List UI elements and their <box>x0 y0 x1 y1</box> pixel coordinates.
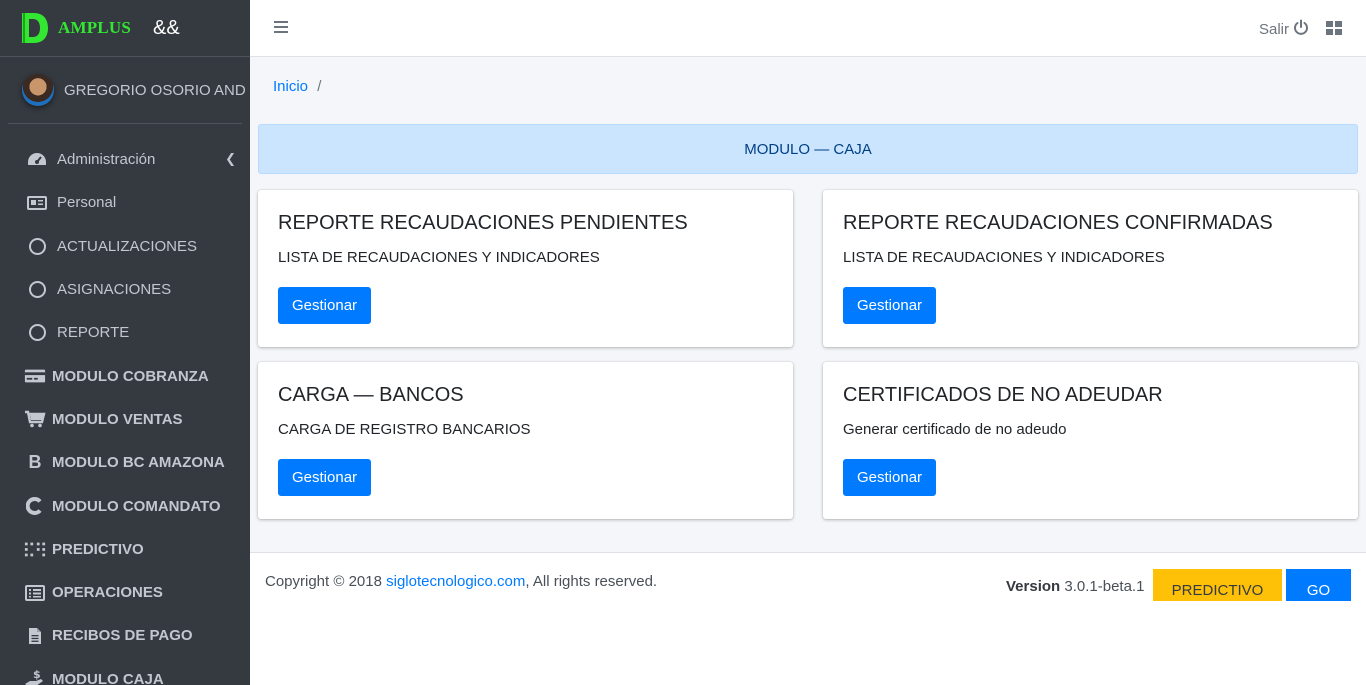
svg-text:$: $ <box>33 669 41 681</box>
card-title: CARGA — BANCOS <box>278 384 464 406</box>
power-icon <box>1293 19 1309 39</box>
predictivo-button[interactable]: PREDICTIVO <box>1153 569 1282 601</box>
brand-name: AMPLUS <box>58 18 131 37</box>
breadcrumb-separator: / <box>317 78 322 95</box>
credit-card-icon <box>24 366 46 386</box>
sidebar-item-recibos-de-pago[interactable]: RECIBOS DE PAGO <box>0 614 250 657</box>
sidebar-item-label: Personal <box>57 194 117 212</box>
sidebar-item-label: ASIGNACIONES <box>57 281 172 299</box>
circle-icon <box>26 323 48 343</box>
sidebar-item-personal[interactable]: Personal <box>0 181 250 224</box>
user-name: GREGORIO OSORIO AND <box>64 81 246 99</box>
sidebar-item-modulo-bc-amazona[interactable]: B MODULO BC AMAZONA <box>0 441 250 484</box>
sidebar-item-label: MODULO VENTAS <box>52 410 183 428</box>
sidebar-item-label: ACTUALIZACIONES <box>57 237 198 255</box>
gestionar-button[interactable]: Gestionar <box>278 459 372 496</box>
user-panel[interactable]: GREGORIO OSORIO AND <box>8 57 246 124</box>
menu-toggle-icon[interactable] <box>274 21 288 35</box>
sidebar-item-label: MODULO COMANDATO <box>52 497 221 515</box>
footer-site-link[interactable]: siglotecnologico.com <box>386 573 525 590</box>
sidebar-item-actualizaciones[interactable]: ACTUALIZACIONES <box>0 225 250 268</box>
version-info: Version 3.0.1-beta.1 <box>1006 578 1144 595</box>
card-title: REPORTE RECAUDACIONES CONFIRMADAS <box>843 212 1273 234</box>
hand-dollar-icon: $ <box>24 669 46 685</box>
sidebar-item-operaciones[interactable]: OPERACIONES <box>0 571 250 614</box>
breadcrumb: Inicio / <box>273 78 321 95</box>
sidebar-item-label: MODULO CAJA <box>52 670 164 685</box>
sidebar-item-label: REPORTE <box>57 324 130 342</box>
sidebar-item-predictivo[interactable]: PREDICTIVO <box>0 528 250 571</box>
version-label: Version <box>1006 578 1061 595</box>
chevron-left-icon: ❮ <box>225 151 236 166</box>
circle-icon <box>26 280 48 300</box>
gestionar-button[interactable]: Gestionar <box>278 287 372 324</box>
sidebar-item-label: RECIBOS DE PAGO <box>52 627 193 645</box>
logout-label: Salir <box>1259 20 1290 38</box>
tachometer-icon <box>26 150 48 170</box>
footer: Copyright © 2018 siglotecnologico.com, A… <box>250 552 1366 601</box>
cart-icon <box>24 409 46 429</box>
card-text: LISTA DE RECAUDACIONES Y INDICADORES <box>843 249 1165 266</box>
sidebar-item-label: Administración <box>57 151 156 169</box>
apps-grid-icon[interactable] <box>1326 21 1342 35</box>
sidebar-nav: Administración ❮ Personal ACTUALIZACIONE… <box>0 138 250 685</box>
sidebar-item-modulo-caja[interactable]: $ MODULO CAJA <box>0 658 250 685</box>
brand-logo-icon <box>22 13 48 43</box>
logout-link[interactable]: Salir <box>1259 19 1309 39</box>
card-certificados: CERTIFICADOS DE NO ADEUDAR Generar certi… <box>823 362 1358 519</box>
card-text: CARGA DE REGISTRO BANCARIOS <box>278 421 531 438</box>
top-navbar: Salir <box>250 0 1366 57</box>
module-banner: MODULO — CAJA <box>258 124 1358 174</box>
sidebar-item-modulo-comandato[interactable]: MODULO COMANDATO <box>0 484 250 527</box>
sidebar-item-asignaciones[interactable]: ASIGNACIONES <box>0 268 250 311</box>
c-icon <box>24 496 46 516</box>
card-title: REPORTE RECAUDACIONES PENDIENTES <box>278 212 688 234</box>
sidebar-item-reporte[interactable]: REPORTE <box>0 311 250 354</box>
gestionar-button[interactable]: Gestionar <box>843 459 937 496</box>
sidebar-item-label: MODULO COBRANZA <box>52 367 209 385</box>
version-value: 3.0.1-beta.1 <box>1064 578 1145 595</box>
dots-grid-icon <box>24 539 46 559</box>
id-card-icon <box>26 193 48 213</box>
sidebar: AMPLUS && GREGORIO OSORIO AND Administra… <box>0 0 250 685</box>
card-text: LISTA DE RECAUDACIONES Y INDICADORES <box>278 249 600 266</box>
sidebar-item-label: MODULO BC AMAZONA <box>52 454 225 472</box>
copyright-prefix: Copyright © 2018 <box>265 573 382 590</box>
gestionar-button[interactable]: Gestionar <box>843 287 937 324</box>
copyright-suffix: , All rights reserved. <box>525 573 658 590</box>
copyright-text: Copyright © 2018 siglotecnologico.com, A… <box>265 573 657 590</box>
content-wrapper: Inicio / MODULO — CAJA REPORTE RECAUDACI… <box>250 57 1366 552</box>
circle-icon <box>26 236 48 256</box>
brand-extra-text: && <box>152 16 180 39</box>
list-icon <box>24 583 46 603</box>
go-button[interactable]: GO <box>1286 569 1351 601</box>
card-text: Generar certificado de no adeudo <box>843 421 1067 438</box>
avatar <box>22 74 54 106</box>
sidebar-item-label: PREDICTIVO <box>52 540 144 558</box>
card-reporte-pendientes: REPORTE RECAUDACIONES PENDIENTES LISTA D… <box>258 190 793 347</box>
brand-link[interactable]: AMPLUS && <box>0 0 250 57</box>
card-reporte-confirmadas: REPORTE RECAUDACIONES CONFIRMADAS LISTA … <box>823 190 1358 347</box>
card-carga-bancos: CARGA — BANCOS CARGA DE REGISTRO BANCARI… <box>258 362 793 519</box>
file-icon <box>24 626 46 646</box>
sidebar-item-label: OPERACIONES <box>52 584 163 602</box>
bold-b-icon: B <box>28 452 42 473</box>
sidebar-item-administracion[interactable]: Administración ❮ <box>0 138 250 181</box>
sidebar-item-modulo-cobranza[interactable]: MODULO COBRANZA <box>0 354 250 397</box>
card-title: CERTIFICADOS DE NO ADEUDAR <box>843 384 1163 406</box>
sidebar-item-modulo-ventas[interactable]: MODULO VENTAS <box>0 398 250 441</box>
breadcrumb-home-link[interactable]: Inicio <box>273 78 308 95</box>
